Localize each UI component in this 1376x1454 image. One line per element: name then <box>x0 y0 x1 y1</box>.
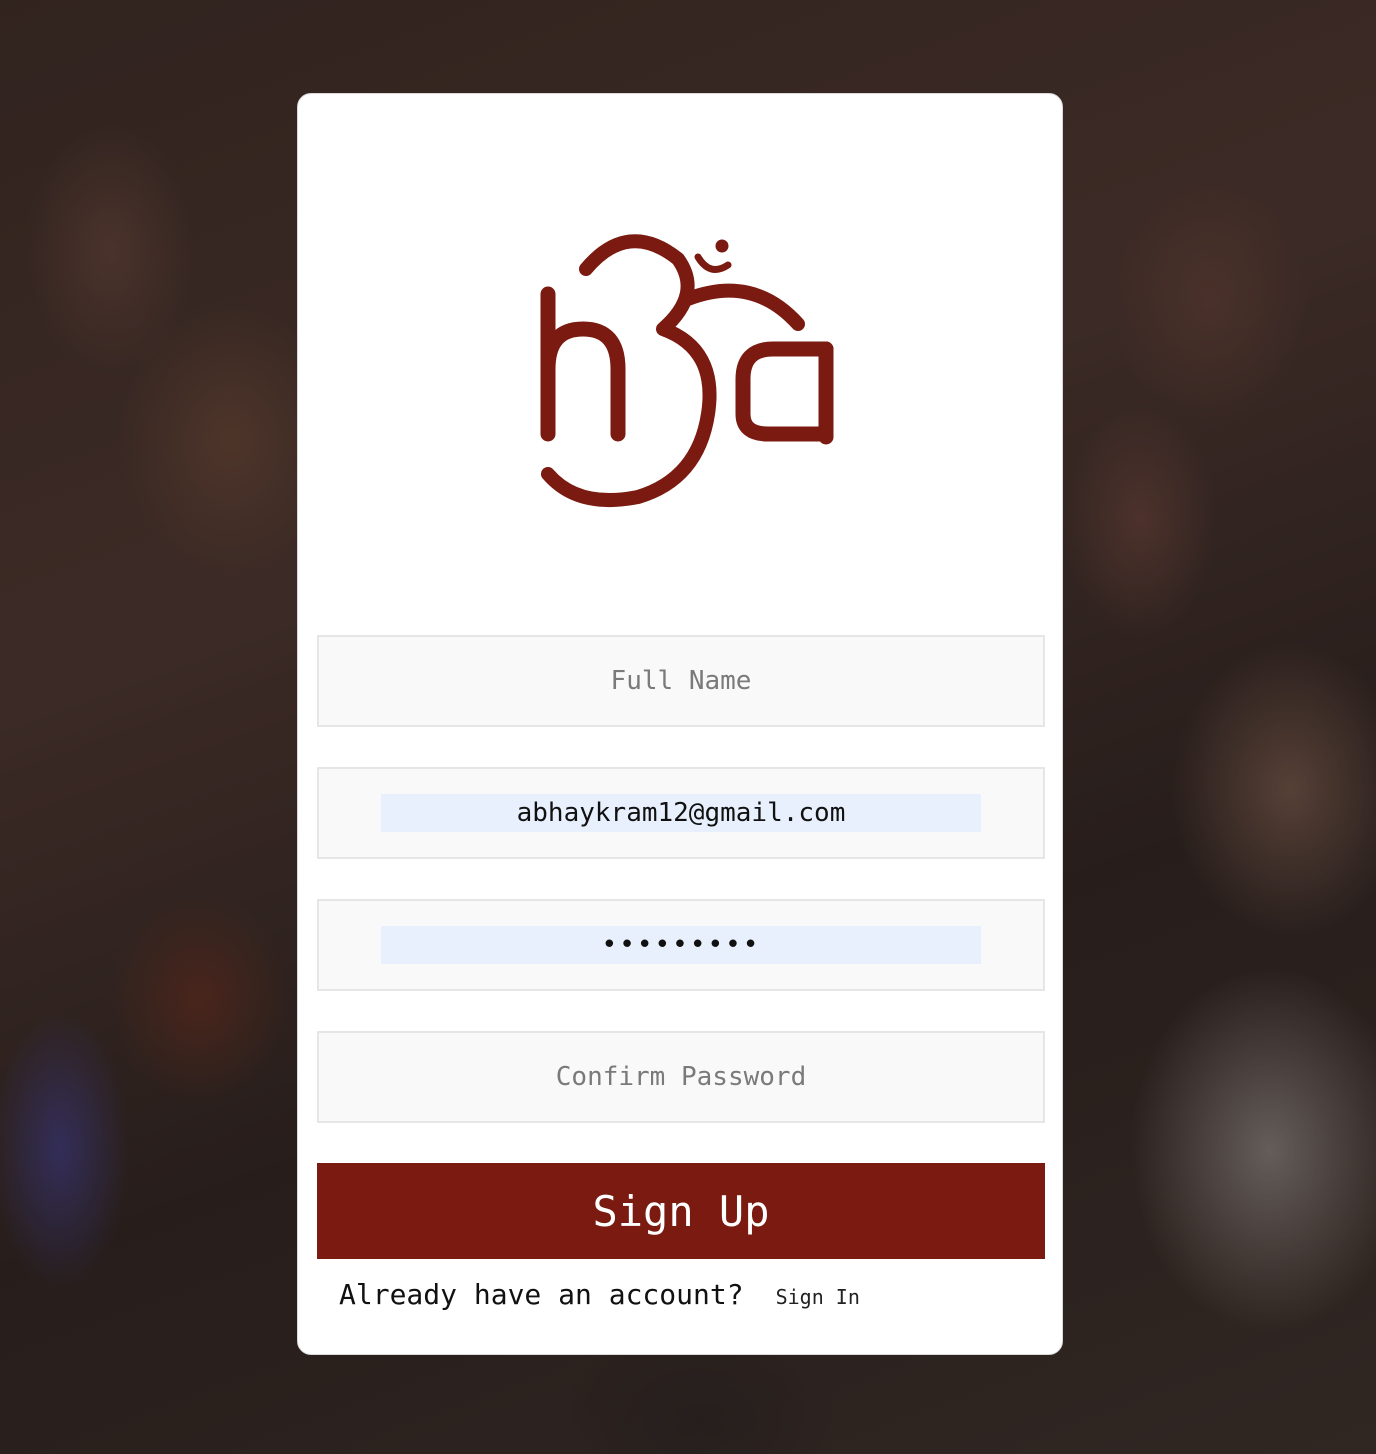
brand-logo <box>540 234 834 508</box>
confirm-password-field <box>317 1031 1045 1123</box>
email-input[interactable] <box>381 794 981 832</box>
signup-button[interactable]: Sign Up <box>317 1163 1045 1259</box>
full-name-field <box>317 635 1045 727</box>
already-have-account-text: Already have an account? <box>339 1278 744 1311</box>
confirm-password-input[interactable] <box>381 1058 981 1096</box>
password-field <box>317 899 1045 991</box>
full-name-input[interactable] <box>381 662 981 700</box>
signup-card: Sign Up Already have an account? Sign In <box>297 93 1063 1355</box>
signin-link[interactable]: Sign In <box>776 1285 860 1309</box>
password-input[interactable] <box>381 926 981 964</box>
email-field <box>317 767 1045 859</box>
signin-prompt: Already have an account? Sign In <box>339 1278 860 1311</box>
